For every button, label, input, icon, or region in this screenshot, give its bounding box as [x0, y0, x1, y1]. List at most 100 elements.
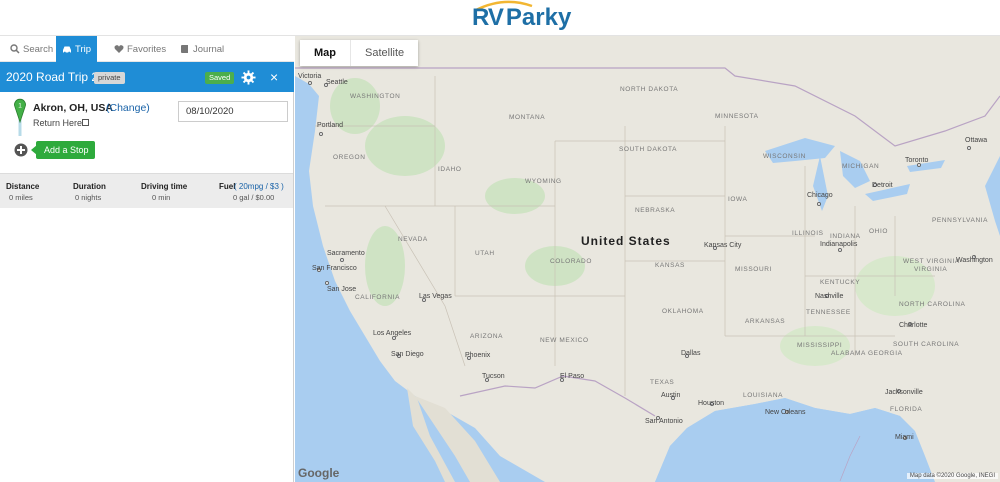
- tab-trip-label: Trip: [75, 43, 92, 55]
- fuel-options-link[interactable]: ( 20mpg / $3 ): [234, 182, 284, 191]
- app-root: RV Parky Search Trip Favorites Journal 2…: [0, 0, 1000, 482]
- state-label: ALABAMA: [831, 350, 866, 357]
- map-type-satellite-button[interactable]: Satellite: [350, 40, 418, 66]
- city-marker-icon: [319, 132, 323, 136]
- saved-status-badge: Saved: [205, 72, 235, 84]
- state-label: PENNSYLVANIA: [932, 217, 989, 224]
- city-marker-icon: [817, 202, 821, 206]
- city-label[interactable]: San Francisco: [312, 265, 357, 272]
- city-label[interactable]: Houston: [698, 400, 724, 407]
- driving-time-value: 0 min: [152, 193, 171, 202]
- city-label[interactable]: Miami: [895, 434, 914, 441]
- tab-trip[interactable]: Trip: [56, 36, 98, 62]
- city-label[interactable]: Los Angeles: [373, 330, 411, 337]
- city-label[interactable]: San Antonio: [645, 418, 683, 425]
- city-label[interactable]: Seattle: [326, 79, 348, 86]
- city-label[interactable]: Phoenix: [465, 352, 490, 359]
- city-label[interactable]: Toronto: [905, 157, 928, 164]
- city-label[interactable]: Las Vegas: [419, 293, 452, 300]
- map-type-map-button[interactable]: Map: [300, 40, 350, 66]
- map-pin-icon: 1: [14, 98, 26, 136]
- state-label: LOUISIANA: [743, 392, 784, 399]
- state-label: NORTH CAROLINA: [899, 301, 966, 308]
- state-label: IOWA: [728, 196, 748, 203]
- return-here-label: Return Here: [33, 118, 83, 128]
- site-header: RV Parky: [0, 0, 1000, 36]
- stop-location-name: Akron, OH, USA: [33, 102, 113, 114]
- state-label: WEST VIRGINIA: [903, 258, 960, 265]
- state-label: MINNESOTA: [715, 113, 759, 120]
- rv-parky-logo[interactable]: RV Parky: [472, 0, 571, 33]
- city-label[interactable]: Tucson: [482, 373, 505, 380]
- city-label[interactable]: Jacksonville: [885, 389, 923, 396]
- return-here-checkbox[interactable]: [82, 119, 89, 126]
- city-marker-icon: [967, 146, 971, 150]
- city-label[interactable]: Austin: [661, 392, 680, 399]
- trip-title[interactable]: 2020 Road Trip 2: [6, 70, 98, 84]
- privacy-badge[interactable]: private: [94, 72, 125, 84]
- city-label[interactable]: Portland: [317, 122, 343, 129]
- city-label[interactable]: New Orleans: [765, 409, 805, 416]
- state-label: MONTANA: [509, 114, 546, 121]
- tab-favorites[interactable]: Favorites: [108, 36, 172, 62]
- google-logo[interactable]: Google: [298, 466, 339, 480]
- trip-stats-bar: Distance 0 miles Duration 0 nights Drivi…: [0, 173, 293, 208]
- duration-label: Duration: [73, 182, 106, 191]
- state-label: OKLAHOMA: [662, 308, 704, 315]
- tab-journal-label: Journal: [193, 43, 225, 55]
- city-label[interactable]: Charlotte: [899, 322, 927, 329]
- state-label: OREGON: [333, 154, 366, 161]
- state-label: NEBRASKA: [635, 207, 676, 214]
- driving-time-label: Driving time: [141, 182, 188, 191]
- state-label: WYOMING: [525, 178, 562, 185]
- city-label[interactable]: El Paso: [560, 373, 584, 380]
- state-label: WASHINGTON: [350, 93, 401, 100]
- trip-header-bar: 2020 Road Trip 2 private Saved ×: [0, 62, 294, 92]
- logo-rv-text: RV: [472, 4, 504, 31]
- book-icon: [181, 45, 188, 53]
- city-label[interactable]: Detroit: [872, 182, 893, 189]
- state-label: ARKANSAS: [745, 318, 786, 325]
- state-label: KENTUCKY: [820, 279, 861, 286]
- city-label[interactable]: Indianapolis: [820, 241, 857, 248]
- state-label: NORTH DAKOTA: [620, 86, 679, 93]
- city-marker-icon: [325, 281, 329, 285]
- state-label: SOUTH CAROLINA: [893, 341, 960, 348]
- map-view[interactable]: Map Satellite WASHINGTON OREGON IDAHO MO…: [295, 36, 1000, 482]
- map-base-layer: [295, 36, 1000, 482]
- city-label[interactable]: Victoria: [298, 73, 321, 80]
- gear-icon[interactable]: [241, 70, 256, 85]
- city-marker-icon: [308, 81, 312, 85]
- city-label[interactable]: Washington: [956, 257, 993, 264]
- duration-value: 0 nights: [75, 193, 102, 202]
- city-label[interactable]: Kansas City: [704, 242, 741, 249]
- state-label: WISCONSIN: [763, 153, 806, 160]
- change-stop-link[interactable]: (Change): [106, 102, 150, 114]
- tab-journal[interactable]: Journal: [174, 36, 230, 62]
- state-label: OHIO: [869, 228, 889, 235]
- city-marker-icon: [340, 258, 344, 262]
- state-label: COLORADO: [550, 258, 593, 265]
- tab-search[interactable]: Search: [4, 36, 59, 62]
- city-label[interactable]: San Jose: [327, 286, 356, 293]
- state-label: UTAH: [475, 250, 495, 257]
- country-label: United States: [581, 234, 671, 248]
- stop-date-input[interactable]: [178, 101, 288, 122]
- city-label[interactable]: Dallas: [681, 350, 700, 357]
- map-attribution[interactable]: Map data ©2020 Google, INEGI: [906, 473, 998, 479]
- state-label: CALIFORNIA: [355, 294, 401, 301]
- city-label[interactable]: Chicago: [807, 192, 833, 199]
- add-stop-button[interactable]: Add a Stop: [36, 141, 95, 159]
- state-label: VIRGINIA: [914, 266, 948, 273]
- city-label[interactable]: San Diego: [391, 351, 424, 358]
- tab-favorites-label: Favorites: [127, 43, 167, 55]
- city-label[interactable]: Ottawa: [965, 137, 987, 144]
- plus-circle-icon[interactable]: [14, 143, 28, 157]
- state-label: IDAHO: [438, 166, 462, 173]
- city-label[interactable]: Sacramento: [327, 250, 365, 257]
- city-label[interactable]: Nashville: [815, 293, 843, 300]
- tab-search-label: Search: [23, 43, 54, 55]
- pin-number: 1: [18, 103, 22, 110]
- close-icon[interactable]: ×: [270, 68, 278, 86]
- search-icon: [10, 44, 20, 54]
